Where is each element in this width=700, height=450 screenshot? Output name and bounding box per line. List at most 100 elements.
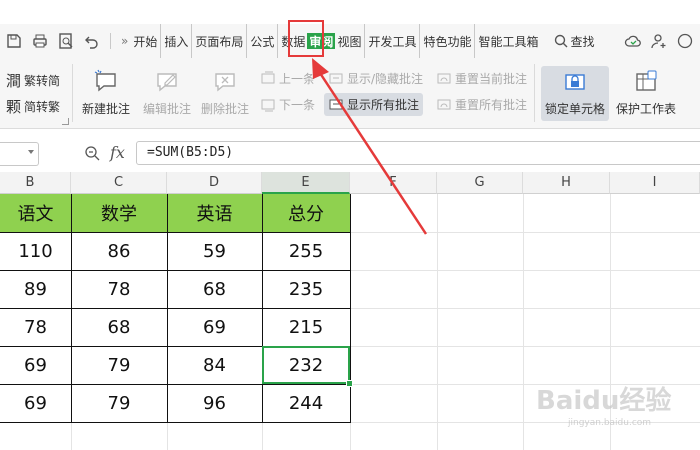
- delete-comment-button[interactable]: 删除批注: [201, 68, 249, 117]
- protect-sheet-label: 保护工作表: [616, 102, 677, 116]
- quick-access-toolbar: »: [0, 29, 132, 53]
- reset-current-comment-button[interactable]: 重置当前批注: [436, 70, 527, 87]
- table-cell[interactable]: 78: [71, 270, 167, 308]
- column-header-b[interactable]: B: [0, 172, 71, 194]
- table-border: [0, 384, 350, 385]
- previous-label: 上一条: [279, 72, 316, 86]
- undo-icon[interactable]: [80, 29, 104, 53]
- tab-home[interactable]: 开始: [132, 24, 158, 58]
- table-cell[interactable]: 79: [71, 384, 167, 422]
- edit-comment-button[interactable]: 编辑批注: [143, 68, 191, 117]
- table-cell[interactable]: 69: [0, 346, 71, 384]
- table-cell[interactable]: 59: [167, 232, 262, 270]
- tab-data[interactable]: 数据: [277, 24, 306, 58]
- menu-bar: » 开始 插入 页面布局 公式 数据 审阅 视图 开发工具 特色功能 智能工具箱…: [0, 24, 700, 58]
- table-cell[interactable]: 86: [71, 232, 167, 270]
- search-label: 查找: [570, 34, 595, 49]
- delete-comment-label: 删除批注: [201, 102, 250, 116]
- reset-current-comment-label: 重置当前批注: [455, 72, 528, 86]
- show-all-comments-label: 显示所有批注: [347, 98, 420, 112]
- share-icon[interactable]: [676, 32, 694, 50]
- show-all-comments-button[interactable]: 显示所有批注: [324, 93, 424, 116]
- name-box[interactable]: [0, 142, 39, 166]
- table-cell[interactable]: 68: [167, 270, 262, 308]
- active-cell-outline: [262, 346, 350, 384]
- search-button[interactable]: 查找: [554, 33, 595, 50]
- table-border: [262, 194, 263, 422]
- chevron-down-icon[interactable]: [28, 150, 34, 154]
- formula-bar: fx =SUM(B5:D5): [0, 138, 700, 170]
- watermark-logo: Baidu经验: [536, 386, 672, 416]
- table-cell[interactable]: 215: [262, 308, 350, 346]
- table-header-cell[interactable]: 总分: [262, 194, 350, 232]
- table-cell[interactable]: 79: [71, 346, 167, 384]
- table-border: [0, 270, 350, 271]
- more-tabs-chevron-icon[interactable]: »: [121, 34, 128, 48]
- table-cell[interactable]: 68: [71, 308, 167, 346]
- tab-page-layout[interactable]: 页面布局: [191, 24, 244, 58]
- convert-icon: 澗: [6, 72, 22, 90]
- new-comment-icon: [94, 69, 116, 92]
- tab-developer[interactable]: 开发工具: [364, 24, 417, 58]
- fx-icon[interactable]: fx: [110, 143, 125, 162]
- table-cell[interactable]: 235: [262, 270, 350, 308]
- toolbar-separator: [110, 33, 111, 49]
- table-cell[interactable]: 78: [0, 308, 71, 346]
- table-cell[interactable]: 69: [0, 384, 71, 422]
- table-border: [0, 422, 350, 423]
- show-hide-comment-icon: [329, 73, 343, 83]
- tab-formulas[interactable]: 公式: [246, 24, 275, 58]
- table-header-cell[interactable]: 语文: [0, 194, 71, 232]
- reset-current-comment-icon: [437, 73, 451, 83]
- column-header-h[interactable]: H: [523, 172, 610, 194]
- tab-special-features[interactable]: 特色功能: [419, 24, 472, 58]
- show-hide-comment-button[interactable]: 显示/隐藏批注: [328, 70, 423, 87]
- table-cell[interactable]: 110: [0, 232, 71, 270]
- column-header-g[interactable]: G: [437, 172, 523, 194]
- simplified-to-traditional-button[interactable]: 颗 简转繁: [6, 96, 60, 117]
- column-header-i[interactable]: I: [610, 172, 700, 194]
- table-cell[interactable]: 89: [0, 270, 71, 308]
- zoom-icon[interactable]: [84, 145, 100, 161]
- delete-comment-icon: [215, 73, 235, 92]
- next-comment-icon: [261, 99, 275, 111]
- tab-view[interactable]: 视图: [336, 24, 362, 58]
- tab-smart-toolbox[interactable]: 智能工具箱: [474, 24, 539, 58]
- new-comment-button[interactable]: 新建批注: [82, 68, 130, 117]
- group-launcher-icon[interactable]: [62, 118, 69, 125]
- lock-cell-icon: [565, 74, 585, 90]
- reset-all-comments-label: 重置所有批注: [455, 98, 528, 112]
- lock-cell-button[interactable]: 锁定单元格: [541, 66, 610, 121]
- fill-handle[interactable]: [346, 380, 353, 387]
- protect-sheet-button[interactable]: 保护工作表: [616, 68, 676, 117]
- save-icon[interactable]: [2, 29, 26, 53]
- table-cell[interactable]: 244: [262, 384, 350, 422]
- spreadsheet-grid[interactable]: B C D E F G H I 语文 数学 英语 总分 110 86 59 25…: [0, 172, 700, 450]
- next-label: 下一条: [279, 98, 316, 112]
- column-header-c[interactable]: C: [71, 172, 167, 194]
- account-area: [624, 24, 700, 58]
- add-user-icon[interactable]: [650, 32, 668, 50]
- lock-cell-label: 锁定单元格: [545, 102, 606, 116]
- table-cell[interactable]: 96: [167, 384, 262, 422]
- tab-review[interactable]: 审阅: [307, 33, 336, 49]
- table-cell[interactable]: 69: [167, 308, 262, 346]
- print-preview-icon[interactable]: [54, 29, 78, 53]
- edit-comment-label: 编辑批注: [143, 102, 192, 116]
- search-icon: [554, 34, 567, 48]
- print-icon[interactable]: [28, 29, 52, 53]
- column-header-d[interactable]: D: [167, 172, 262, 194]
- table-cell[interactable]: 84: [167, 346, 262, 384]
- table-header-cell[interactable]: 英语: [167, 194, 262, 232]
- tab-insert[interactable]: 插入: [160, 24, 189, 58]
- table-cell[interactable]: 255: [262, 232, 350, 270]
- reset-all-comments-button[interactable]: 重置所有批注: [436, 96, 527, 113]
- table-header-cell[interactable]: 数学: [71, 194, 167, 232]
- traditional-to-simplified-button[interactable]: 澗 繁转简: [6, 70, 60, 91]
- formula-input[interactable]: =SUM(B5:D5): [136, 141, 700, 165]
- previous-comment-button[interactable]: 上一条: [260, 70, 315, 87]
- next-comment-button[interactable]: 下一条: [260, 96, 315, 113]
- column-header-f[interactable]: F: [350, 172, 437, 194]
- cloud-sync-icon[interactable]: [624, 32, 642, 50]
- column-header-e[interactable]: E: [262, 172, 350, 194]
